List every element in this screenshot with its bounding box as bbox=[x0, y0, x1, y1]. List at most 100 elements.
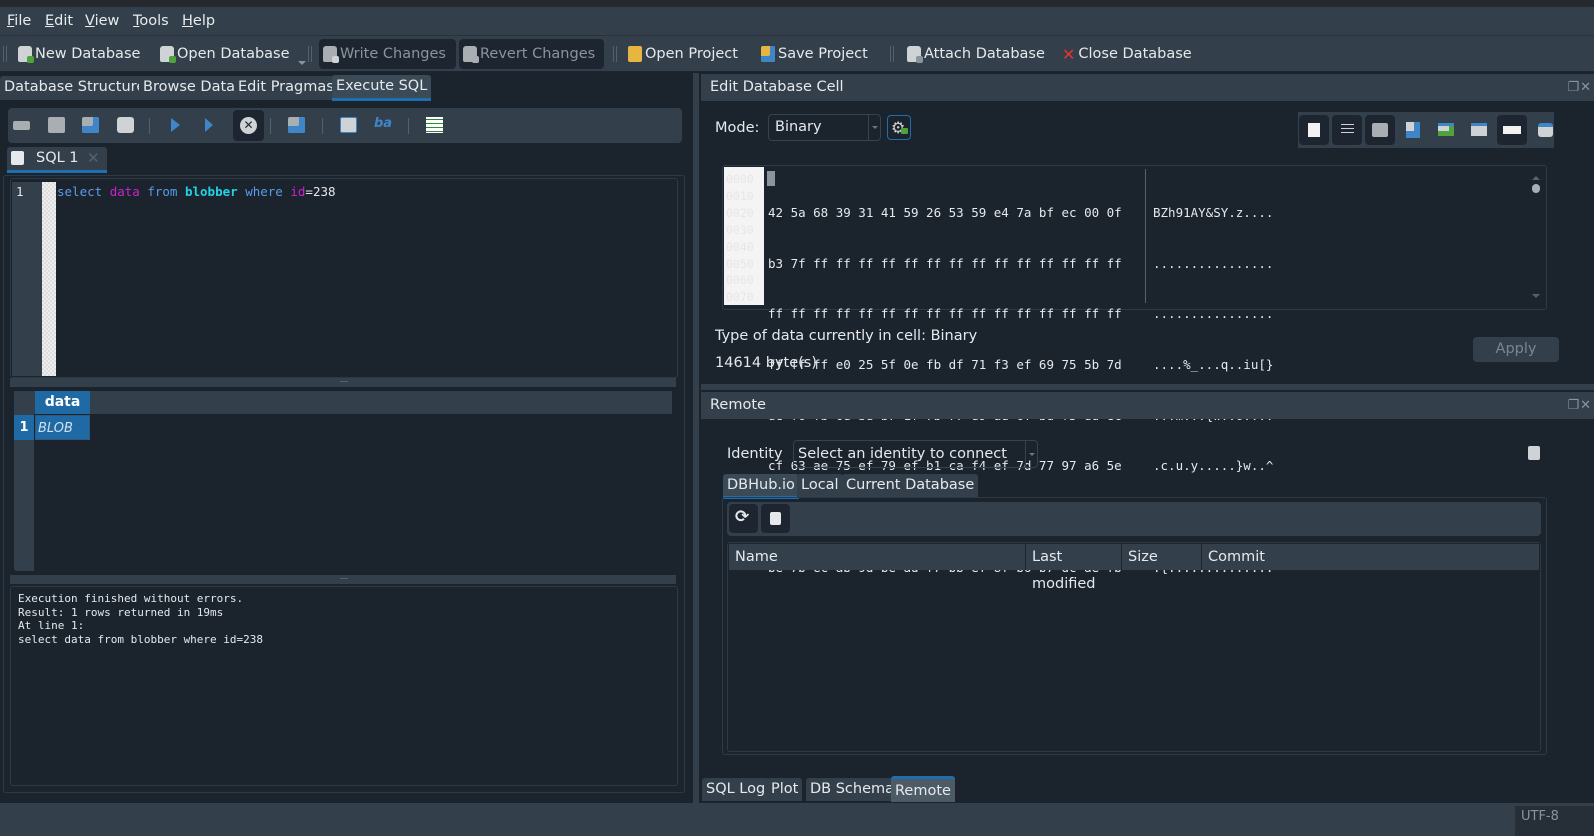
execute-current-line-icon[interactable] bbox=[205, 118, 220, 132]
indent-button[interactable] bbox=[1332, 115, 1362, 145]
tab-dbhub[interactable]: DBHub.io bbox=[723, 474, 799, 499]
attach-database-button[interactable]: Attach Database bbox=[903, 39, 1049, 69]
new-database-button[interactable]: New Database bbox=[14, 39, 144, 69]
result-cell-data[interactable]: BLOB bbox=[35, 415, 90, 440]
stop-execution-button[interactable]: ✕ bbox=[233, 110, 264, 141]
toolbar-separator bbox=[308, 46, 312, 62]
scroll-down-icon[interactable] bbox=[1532, 294, 1540, 302]
toolbar-separator bbox=[322, 118, 323, 134]
results-log-splitter[interactable] bbox=[10, 575, 676, 584]
tab-current-database[interactable]: Current Database bbox=[842, 474, 979, 497]
remote-dock-header: Remote ❐✕ bbox=[701, 392, 1594, 419]
revert-changes-icon bbox=[463, 46, 479, 63]
apply-button[interactable]: Apply bbox=[1473, 337, 1559, 362]
sql-code-line[interactable]: select data from blobber where id=238 bbox=[57, 184, 336, 199]
mnemonic: E bbox=[45, 13, 55, 29]
hex-scrollbar[interactable] bbox=[1531, 172, 1541, 302]
menu-view[interactable]: View bbox=[85, 13, 119, 29]
row-header-1[interactable]: 1 bbox=[14, 415, 34, 440]
document-icon bbox=[1308, 123, 1320, 137]
menu-label: ools bbox=[139, 13, 169, 29]
execute-all-icon[interactable] bbox=[171, 118, 187, 132]
set-as-null-button[interactable] bbox=[1431, 115, 1461, 145]
sql-editor[interactable] bbox=[10, 178, 678, 378]
clone-database-button[interactable] bbox=[761, 504, 790, 533]
find-icon[interactable] bbox=[340, 117, 357, 133]
chevron-down-icon bbox=[1025, 441, 1037, 467]
tab-sql-log[interactable]: SQL Log bbox=[702, 778, 770, 801]
column-header-last-modified[interactable]: Last modified bbox=[1026, 544, 1122, 592]
open-tab-icon[interactable] bbox=[13, 121, 30, 130]
remote-file-list[interactable] bbox=[727, 542, 1541, 752]
mode-value: Binary bbox=[775, 119, 822, 135]
clone-database-icon bbox=[770, 512, 781, 525]
editor-tab-label: SQL 1 bbox=[36, 150, 79, 166]
editor-tab-sql-1[interactable]: SQL 1 ✕ bbox=[7, 147, 107, 173]
column-header-bar bbox=[34, 391, 672, 414]
menu-tools[interactable]: Tools bbox=[133, 13, 169, 29]
import-button[interactable] bbox=[1365, 115, 1395, 145]
identity-select[interactable]: Select an identity to connect bbox=[793, 440, 1038, 468]
open-project-button[interactable]: Open Project bbox=[624, 39, 742, 69]
open-sql-file-icon[interactable] bbox=[48, 117, 65, 133]
menu-help[interactable]: Help bbox=[182, 13, 215, 29]
tab-browse-data[interactable]: Browse Data bbox=[139, 76, 240, 100]
cell-size-label: 14614 byte(s) bbox=[715, 355, 817, 371]
close-database-button[interactable]: ✕ Close Database bbox=[1058, 39, 1196, 69]
mode-select[interactable]: Binary bbox=[768, 114, 881, 141]
dropdown-arrow-icon[interactable] bbox=[297, 61, 306, 69]
tab-remote[interactable]: Remote bbox=[891, 776, 955, 802]
open-database-button[interactable]: Open Database bbox=[156, 39, 306, 69]
save-results-icon[interactable] bbox=[288, 117, 305, 133]
tab-edit-pragmas[interactable]: Edit Pragmas bbox=[234, 76, 338, 100]
toolbar-separator bbox=[149, 118, 150, 134]
toolbar-separator bbox=[408, 118, 409, 134]
chevron-down-icon bbox=[868, 115, 880, 140]
tab-execute-sql[interactable]: Execute SQL bbox=[332, 75, 432, 101]
menu-label: iew bbox=[94, 13, 120, 29]
editor-results-splitter[interactable] bbox=[10, 378, 676, 387]
close-dock-icon[interactable]: ✕ bbox=[1580, 80, 1592, 95]
refresh-button[interactable]: ⟳ bbox=[729, 504, 758, 533]
set-null-button[interactable] bbox=[1497, 115, 1527, 145]
menu-edit[interactable]: Edit bbox=[45, 13, 73, 29]
column-header-data[interactable]: data bbox=[35, 391, 90, 414]
scrollbar-thumb[interactable] bbox=[1532, 184, 1540, 193]
column-header-name[interactable]: Name bbox=[729, 544, 1026, 570]
save-project-button[interactable]: Save Project bbox=[757, 39, 872, 69]
word-wrap-button[interactable] bbox=[1299, 115, 1329, 145]
revert-changes-button[interactable]: Revert Changes bbox=[459, 39, 604, 69]
button-label: Revert Changes bbox=[480, 46, 596, 62]
tab-local[interactable]: Local bbox=[797, 474, 843, 497]
float-dock-icon[interactable]: ❐ bbox=[1567, 80, 1580, 95]
scroll-up-icon[interactable] bbox=[1532, 172, 1540, 180]
tab-label: Plot bbox=[771, 781, 799, 797]
find-replace-icon[interactable]: ba bbox=[374, 117, 392, 133]
save-sql-file-icon[interactable] bbox=[82, 117, 99, 133]
line-number-gutter: 1 bbox=[12, 182, 42, 376]
write-changes-button[interactable]: Write Changes bbox=[319, 39, 456, 69]
tab-database-structure[interactable]: Database Structure bbox=[0, 76, 150, 100]
menu-file[interactable]: File bbox=[7, 13, 31, 29]
export-icon bbox=[1406, 122, 1420, 138]
button-label: Write Changes bbox=[340, 46, 446, 62]
column-header-commit[interactable]: Commit bbox=[1202, 544, 1539, 570]
comment-lines-icon[interactable] bbox=[426, 117, 443, 133]
right-dock-splitter[interactable] bbox=[701, 384, 1594, 390]
export-button[interactable] bbox=[1398, 115, 1428, 145]
column-header-size[interactable]: Size bbox=[1122, 544, 1202, 570]
open-link-button[interactable] bbox=[1464, 115, 1494, 145]
close-dock-icon[interactable]: ✕ bbox=[1580, 398, 1592, 413]
close-tab-icon[interactable]: ✕ bbox=[87, 149, 100, 167]
toolbar-handle[interactable] bbox=[3, 46, 7, 62]
save-project-icon bbox=[761, 46, 775, 62]
main-vertical-splitter[interactable] bbox=[693, 73, 699, 803]
tab-plot[interactable]: Plot bbox=[767, 778, 803, 801]
push-database-icon[interactable] bbox=[1528, 446, 1540, 460]
tab-db-schema[interactable]: DB Schema bbox=[806, 778, 899, 801]
print-icon[interactable] bbox=[117, 117, 134, 133]
print-cell-button[interactable] bbox=[1530, 115, 1560, 145]
auto-switch-mode-button[interactable]: ⚙ bbox=[887, 115, 911, 140]
dock-title: Edit Database Cell bbox=[710, 79, 844, 95]
float-dock-icon[interactable]: ❐ bbox=[1567, 398, 1580, 413]
